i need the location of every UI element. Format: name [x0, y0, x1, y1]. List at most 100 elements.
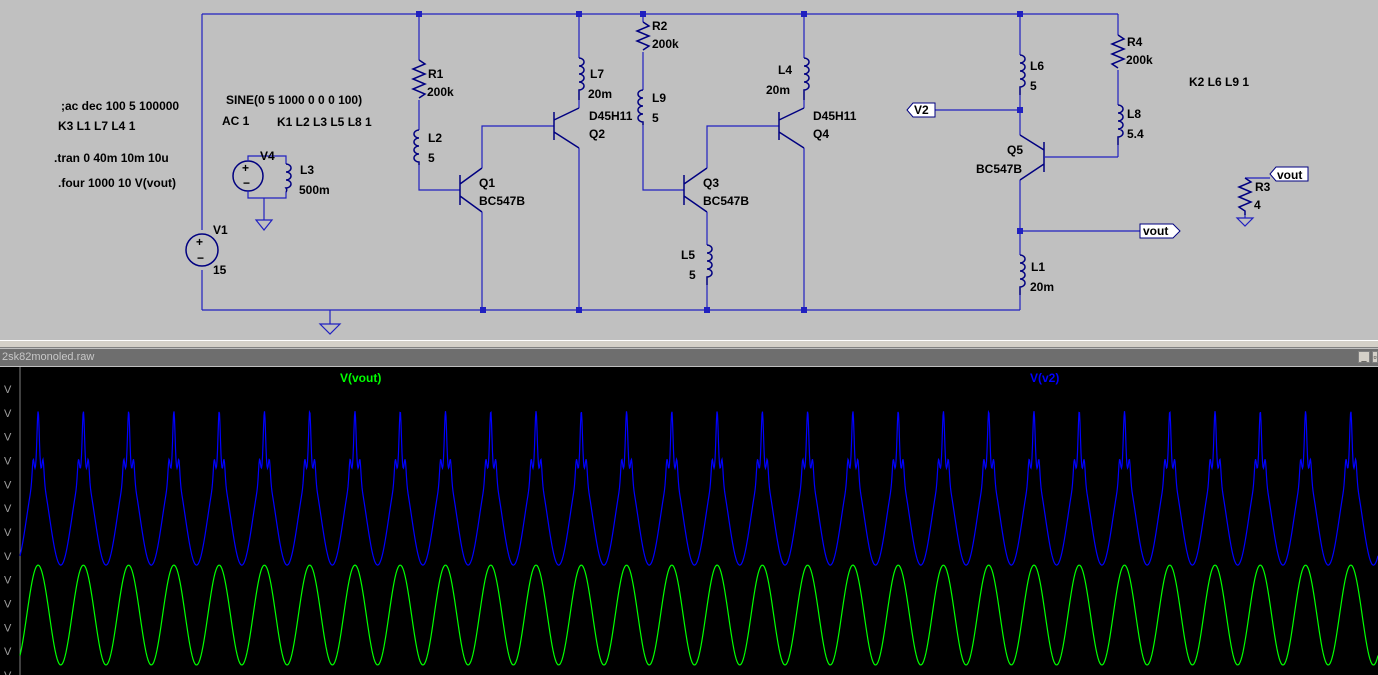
directive-tran[interactable]: .tran 0 40m 10m 10u [54, 151, 169, 165]
y-tick-label: V [4, 384, 12, 396]
trace-v-vout[interactable] [19, 564, 1378, 666]
wire-col1 [418, 14, 460, 191]
directive-k3[interactable]: K3 L1 L7 L4 1 [58, 119, 136, 133]
l2-ref: L2 [428, 131, 442, 145]
r4-resistor-symbol[interactable] [1110, 34, 1126, 69]
minimize-button[interactable]: _ [1358, 351, 1370, 363]
v4-sine-spec[interactable]: SINE(0 5 1000 0 0 0 100) [226, 93, 362, 107]
junction-dots [416, 11, 1023, 313]
y-tick-label: V [4, 408, 12, 420]
q4-transistor-symbol[interactable] [778, 107, 805, 149]
directive-ac-comment[interactable]: ;ac dec 100 5 100000 [61, 99, 179, 113]
r1-resistor-symbol[interactable] [411, 59, 427, 99]
y-tick-label: V [4, 646, 12, 658]
waveform-window-title: 2sk82monoled.raw [2, 351, 95, 363]
l1-ref: L1 [1031, 260, 1045, 274]
r1-ref: R1 [428, 67, 444, 81]
l1-value: 20m [1030, 280, 1054, 294]
net-label-v2[interactable]: V2 [906, 102, 936, 118]
q4-value: D45H11 [813, 109, 857, 123]
svg-text:+: + [242, 161, 249, 175]
waveform-window-titlebar[interactable]: 2sk82monoled.raw _ ▫ [0, 349, 1378, 366]
svg-text:−: − [243, 176, 250, 190]
y-tick-label: V [4, 622, 12, 634]
pane-splitter[interactable] [0, 340, 1378, 348]
q1-transistor-symbol[interactable] [459, 125, 554, 310]
y-tick-label: V [4, 551, 12, 563]
q2-value: D45H11 [589, 109, 633, 123]
l7-inductor-symbol[interactable] [578, 57, 585, 100]
l6-ref: L6 [1030, 59, 1044, 73]
l7-value: 20m [588, 87, 612, 101]
l4-ref: L4 [778, 63, 792, 77]
q4-ref: Q4 [813, 127, 829, 141]
r4-ref: R4 [1127, 35, 1143, 49]
y-tick-label: V [4, 670, 12, 675]
y-tick-label: V [4, 432, 12, 444]
trace-title-vout[interactable]: V(vout) [340, 371, 381, 385]
l3-inductor-symbol[interactable] [284, 163, 292, 193]
trace-title-v2[interactable]: V(v2) [1030, 371, 1059, 385]
v1-ref: V1 [213, 223, 228, 237]
r2-value: 200k [652, 37, 679, 51]
l8-inductor-symbol[interactable] [1117, 104, 1124, 145]
r2-resistor-symbol[interactable] [635, 21, 651, 51]
directive-k2[interactable]: K2 L6 L9 1 [1189, 75, 1249, 89]
l8-ref: L8 [1127, 107, 1141, 121]
waveform-plot[interactable]: VVVVVVVVVVVVV V(vout) V(v2) [0, 367, 1378, 675]
q3-transistor-symbol[interactable] [683, 125, 779, 310]
y-tick-label: V [4, 503, 12, 515]
trace-v-v2[interactable] [19, 409, 1378, 566]
y-tick-label: V [4, 479, 12, 491]
net-label-vout[interactable]: vout [1139, 223, 1181, 239]
waveform-plot-canvas[interactable]: VVVVVVVVVVVVV V(vout) V(v2) [0, 367, 1378, 675]
q5-ref: Q5 [1007, 143, 1023, 157]
ground-icon [318, 310, 342, 335]
r1-value: 200k [427, 85, 454, 99]
q2-ref: Q2 [589, 127, 605, 141]
v1-value: 15 [213, 263, 227, 277]
q3-ref: Q3 [703, 176, 719, 190]
q1-value: BC547B [479, 194, 525, 208]
l2-inductor-symbol[interactable] [413, 129, 420, 165]
q1-ref: Q1 [479, 176, 495, 190]
l3-ref: L3 [300, 163, 314, 177]
directive-k1[interactable]: K1 L2 L3 L5 L8 1 [277, 115, 372, 129]
q5-transistor-symbol[interactable] [1019, 134, 1118, 181]
v1-source-symbol[interactable]: + − [185, 233, 219, 267]
y-tick-labels: VVVVVVVVVVVVV [4, 384, 12, 675]
l3-value: 500m [299, 183, 330, 197]
net-label-vout-r3-text: vout [1277, 168, 1302, 182]
q2-transistor-symbol[interactable] [553, 107, 580, 149]
l6-inductor-symbol[interactable] [1019, 54, 1026, 95]
l1-inductor-symbol[interactable] [1019, 254, 1026, 295]
y-tick-label: V [4, 575, 12, 587]
net-label-v2-text: V2 [914, 103, 929, 117]
schematic-canvas[interactable]: + − V1 15 + − V4 L3 500m ;ac dec 100 5 1… [0, 0, 1378, 340]
v4-source-symbol[interactable]: + − [232, 155, 287, 231]
r2-ref: R2 [652, 19, 668, 33]
y-tick-label: V [4, 456, 12, 468]
r4-value: 200k [1126, 53, 1153, 67]
l5-ref: L5 [681, 248, 695, 262]
l5-inductor-symbol[interactable] [706, 244, 713, 285]
y-tick-label: V [4, 599, 12, 611]
l6-value: 5 [1030, 79, 1037, 93]
maximize-button[interactable]: ▫ [1372, 351, 1378, 363]
v4-ref: V4 [260, 149, 275, 163]
l2-value: 5 [428, 151, 435, 165]
svg-text:−: − [197, 251, 204, 265]
q3-value: BC547B [703, 194, 749, 208]
net-label-vout-r3[interactable]: vout [1269, 166, 1309, 182]
l9-inductor-symbol[interactable] [637, 89, 644, 125]
l7-ref: L7 [590, 67, 604, 81]
schematic-editor[interactable]: + − V1 15 + − V4 L3 500m ;ac dec 100 5 1… [0, 0, 1378, 340]
directive-four[interactable]: .four 1000 10 V(vout) [58, 176, 176, 190]
l4-value: 20m [766, 83, 790, 97]
l4-inductor-symbol[interactable] [803, 57, 810, 100]
r3-ref: R3 [1255, 180, 1271, 194]
q5-value: BC547B [976, 162, 1022, 176]
l5-value: 5 [689, 268, 696, 282]
l9-ref: L9 [652, 91, 666, 105]
v4-ac-spec[interactable]: AC 1 [222, 114, 250, 128]
